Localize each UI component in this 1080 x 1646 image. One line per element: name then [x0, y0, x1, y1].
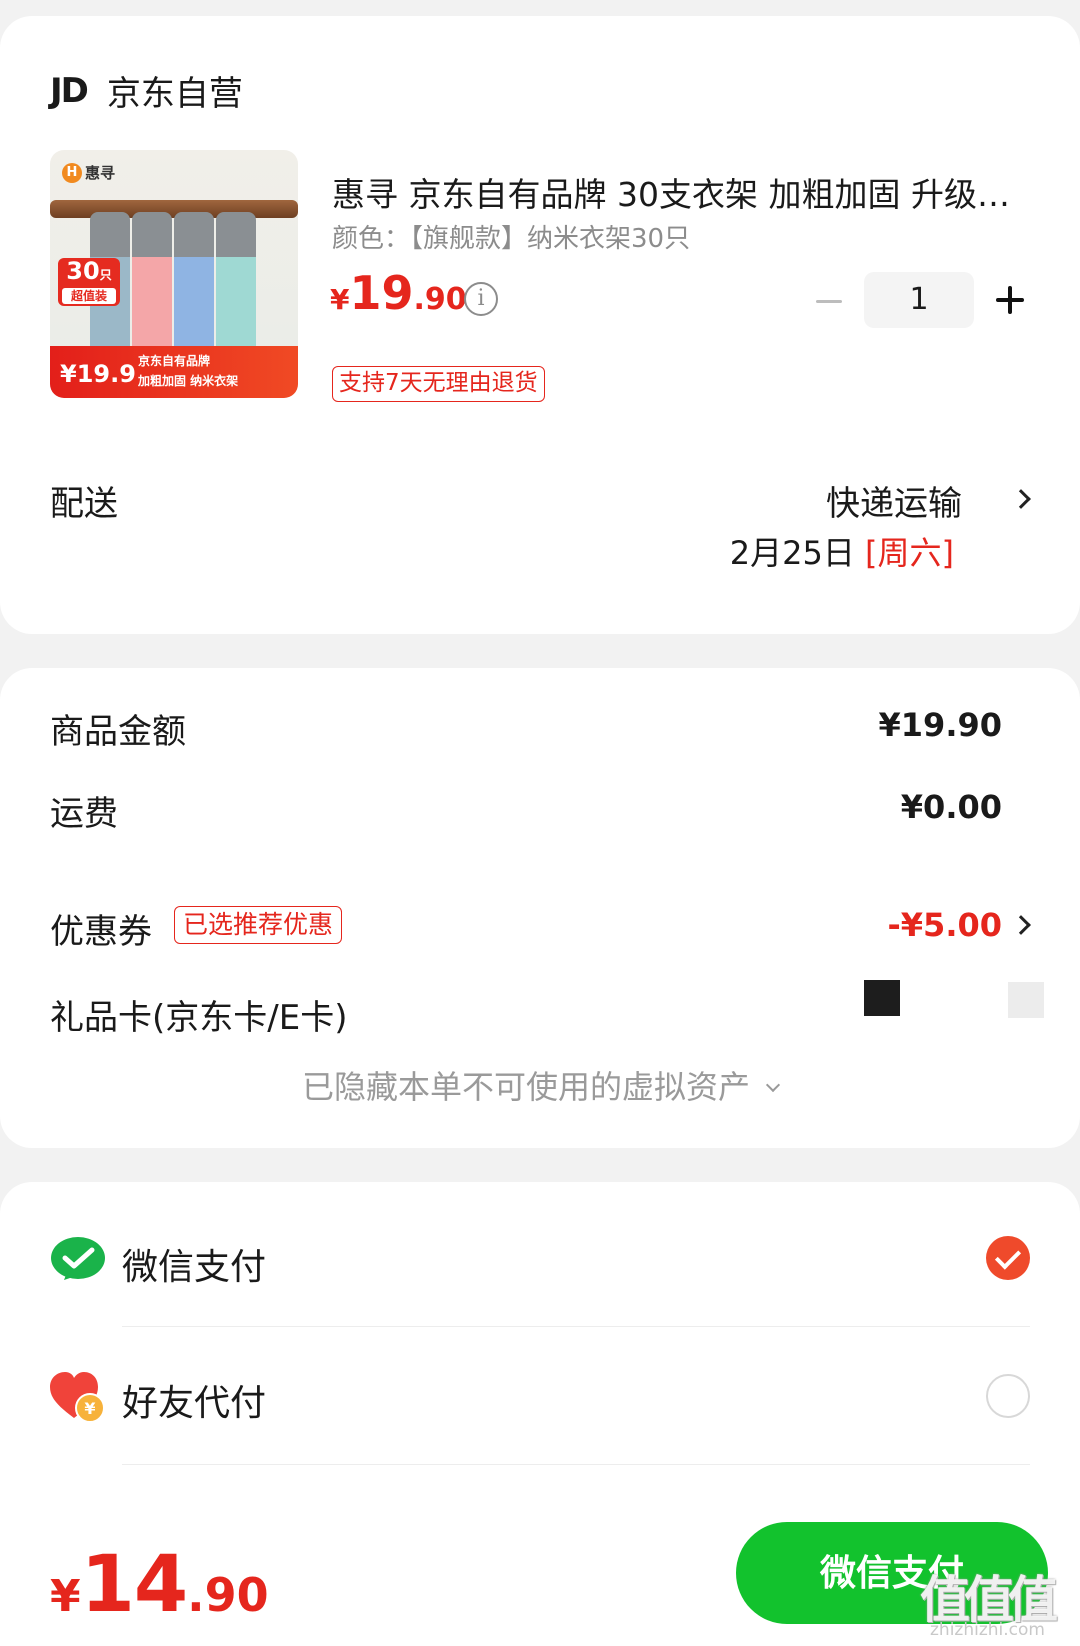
- badge-label: 超值装: [62, 288, 116, 304]
- payment-option-label: 微信支付: [122, 1247, 267, 1288]
- friend-pay-heart-icon: ¥: [50, 1372, 105, 1423]
- hanger-graphic: [174, 212, 214, 362]
- jd-logo: JD: [50, 70, 89, 111]
- quantity-increase-button[interactable]: [994, 282, 1028, 318]
- delivery-date-value: 2月25日: [729, 534, 855, 572]
- giftcard-toggle[interactable]: [864, 980, 900, 1016]
- return-policy-tag: 支持7天无理由退货: [332, 366, 545, 402]
- product-image[interactable]: H 惠寻 30只 超值装 ¥19.9 京东自有品牌 加粗加固 纳米衣架: [50, 150, 298, 398]
- payment-radio-unselected[interactable]: [986, 1374, 1030, 1418]
- total-integer: 14: [80, 1540, 189, 1630]
- shipping-label: 运费: [50, 794, 118, 834]
- image-line1: 京东自有品牌: [138, 354, 211, 368]
- hanger-graphic: [216, 212, 256, 362]
- quantity-decrease-button[interactable]: [814, 284, 844, 318]
- payment-divider: [122, 1464, 1030, 1465]
- hidden-assets-text: 已隐藏本单不可使用的虚拟资产: [301, 1068, 750, 1106]
- hanger-graphic: [132, 212, 172, 362]
- total-decimal: .90: [187, 1568, 269, 1622]
- wechat-pay-button[interactable]: 微信支付: [736, 1522, 1048, 1624]
- shipping-value: ¥0.00: [900, 788, 1002, 826]
- hidden-assets-toggle[interactable]: 已隐藏本单不可使用的虚拟资产: [0, 1062, 1080, 1108]
- delivery-method[interactable]: 快递运输: [826, 476, 962, 525]
- product-spec: 颜色：【旗舰款】纳米衣架30只: [332, 224, 691, 254]
- delivery-weekday: [周六]: [865, 534, 954, 572]
- image-line2: 加粗加固 纳米衣架: [138, 374, 239, 388]
- svg-text:¥: ¥: [84, 1399, 95, 1418]
- payment-divider: [122, 1326, 1030, 1327]
- product-title[interactable]: 惠寻 京东自有品牌 30支衣架 加粗加固 升级款防滑衣架: [332, 168, 1012, 216]
- product-image-banner: ¥19.9 京东自有品牌 加粗加固 纳米衣架: [50, 346, 298, 398]
- payment-option-friend[interactable]: 好友代付: [0, 1346, 1080, 1446]
- coupon-label: 优惠券: [50, 912, 152, 952]
- giftcard-label: 礼品卡(京东卡/E卡): [50, 998, 348, 1038]
- coupon-recommended-tag: 已选推荐优惠: [174, 906, 343, 944]
- price-integer: 19: [349, 266, 414, 320]
- delivery-date: 2月25日 [周六]: [730, 528, 954, 574]
- total-symbol: ¥: [50, 1571, 81, 1622]
- delivery-label: 配送: [50, 484, 118, 524]
- chevron-down-icon: [765, 1077, 781, 1093]
- total-price: ¥ 14 .90: [50, 1540, 269, 1630]
- brand-logo-icon: H: [62, 162, 82, 183]
- product-brand-text: 惠寻: [85, 164, 116, 182]
- checkout-bar: ¥ 14 .90 微信支付: [0, 1512, 1080, 1646]
- giftcard-toggle[interactable]: [1008, 982, 1044, 1018]
- info-icon[interactable]: i: [464, 282, 498, 316]
- badge-unit: 只: [99, 268, 112, 282]
- product-brand-mark: H 惠寻: [62, 162, 115, 183]
- goods-amount-value: ¥19.90: [878, 706, 1002, 744]
- payment-option-wechat[interactable]: 微信支付: [0, 1210, 1080, 1310]
- shop-header[interactable]: JD 京东自营: [50, 66, 243, 115]
- product-price: ¥ 19 .90: [330, 266, 467, 320]
- payment-radio-selected[interactable]: [986, 1236, 1030, 1280]
- price-decimal: .90: [413, 282, 467, 317]
- price-symbol: ¥: [330, 283, 350, 316]
- wechat-pay-icon: [51, 1237, 105, 1280]
- payment-option-label: 好友代付: [122, 1383, 267, 1424]
- quantity-input[interactable]: 1: [864, 272, 974, 328]
- badge-count: 30: [66, 257, 100, 285]
- product-count-badge: 30只 超值装: [58, 258, 120, 306]
- image-price: ¥19.9: [60, 360, 136, 388]
- shop-name: 京东自营: [106, 74, 243, 114]
- coupon-value[interactable]: -¥5.00: [888, 906, 1003, 944]
- goods-amount-label: 商品金额: [50, 712, 186, 752]
